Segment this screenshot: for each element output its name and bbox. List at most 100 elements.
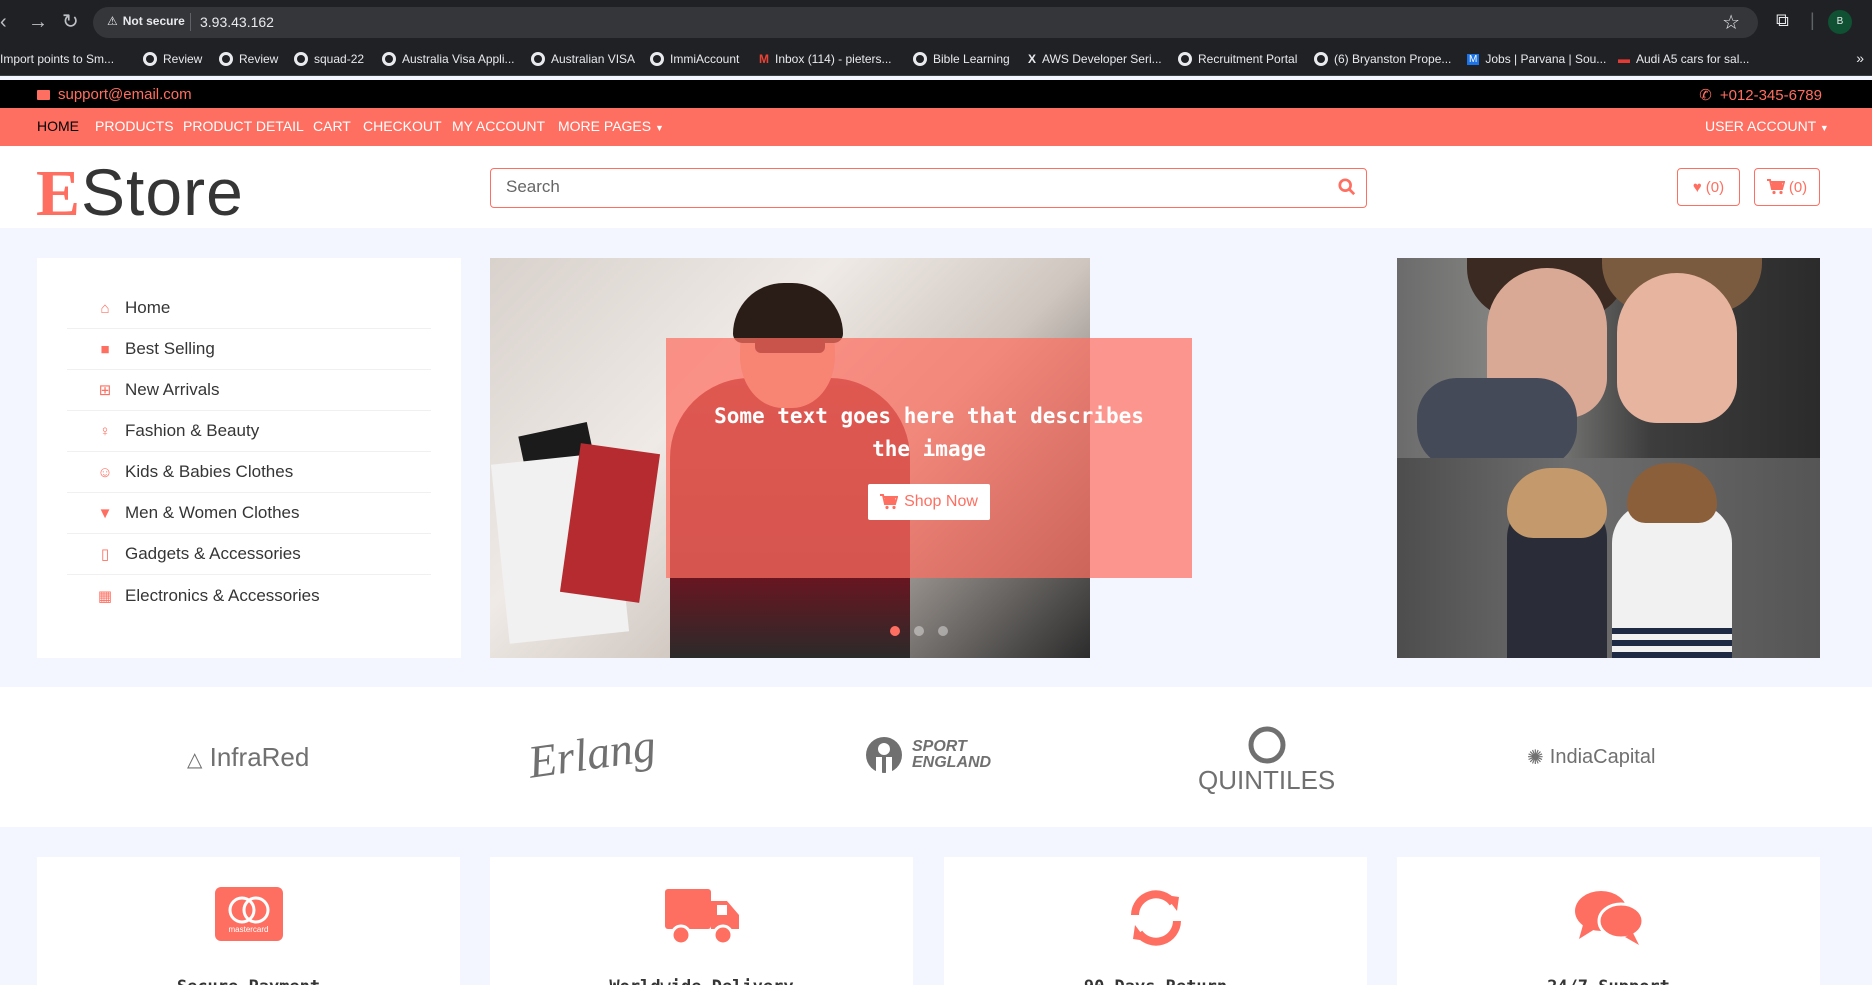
profile-avatar[interactable]: B	[1828, 10, 1852, 34]
site-header: EStore ♥ (0) (0)	[0, 146, 1872, 230]
bookmark-label: Recruitment Portal	[1198, 52, 1298, 66]
face-graphic	[1617, 273, 1737, 423]
nav-checkout[interactable]: CHECKOUT	[363, 118, 442, 134]
wishlist-button[interactable]: ♥ (0)	[1677, 168, 1740, 206]
search-icon[interactable]	[1338, 178, 1356, 196]
nav-cart[interactable]: CART	[313, 118, 351, 134]
slider-dot[interactable]	[890, 626, 900, 636]
globe-icon	[294, 52, 308, 66]
sidebar-item-label: Kids & Babies Clothes	[125, 462, 294, 481]
bookmark-item[interactable]: squad-22	[294, 52, 364, 66]
url-text[interactable]: 3.93.43.162	[200, 14, 274, 30]
brand-logo-infrared[interactable]: △ InfraRed	[187, 742, 309, 773]
estore-logo[interactable]: EStore	[36, 154, 244, 232]
cars-icon: ▬	[1618, 52, 1630, 66]
triangle-icon: △	[187, 749, 203, 771]
bookmark-item[interactable]: Australia Visa Appli...	[382, 52, 515, 66]
hero-caption: Some text goes here that describes the i…	[666, 338, 1192, 578]
bookmark-item[interactable]: M Inbox (114) - pieters...	[759, 52, 892, 66]
feature-title: 90 Days Return	[944, 977, 1367, 985]
bookmark-label: ImmiAccount	[670, 52, 740, 66]
brand-logo-erlang[interactable]: Erlang	[525, 718, 659, 788]
promo-image-women[interactable]	[1397, 258, 1820, 458]
bookmark-item[interactable]: M Jobs | Parvana | Sou...	[1467, 52, 1606, 66]
bookmark-label: Review	[239, 52, 279, 66]
nav-products[interactable]: PRODUCTS	[95, 118, 174, 134]
plus-square-icon: ⊞	[98, 382, 112, 399]
brand-logo-quintiles[interactable]: QUINTILES	[1198, 725, 1335, 796]
globe-icon	[913, 52, 927, 66]
bookmark-item[interactable]: Australian VISA	[531, 52, 635, 66]
sidebar-item-fashion-beauty[interactable]: ♀ Fashion & Beauty	[67, 411, 431, 452]
reload-icon[interactable]: ↻	[62, 10, 79, 34]
sport-england-icon	[866, 737, 902, 773]
bookmark-item[interactable]: Review	[219, 52, 278, 66]
email-contact[interactable]: support@email.com	[37, 86, 192, 103]
sidebar-item-electronics[interactable]: ▦ Electronics & Accessories	[67, 575, 431, 616]
nav-my-account[interactable]: MY ACCOUNT	[452, 118, 545, 134]
shop-now-label: Shop Now	[904, 493, 978, 510]
kid-hair-graphic	[1627, 463, 1717, 523]
nav-home[interactable]: HOME	[37, 118, 79, 134]
sidebar-item-label: Gadgets & Accessories	[125, 544, 301, 563]
extensions-icon[interactable]: ⧉	[1776, 10, 1789, 31]
bookmark-item[interactable]: ImmiAccount	[650, 52, 739, 66]
sidebar-item-men-women[interactable]: ▼ Men & Women Clothes	[67, 493, 431, 534]
browser-toolbar: ‹ → ↻ ⚠ Not secure 3.93.43.162 ☆ ⧉ | B	[0, 0, 1872, 44]
sidebar-item-label: Electronics & Accessories	[125, 585, 320, 605]
nav-more-pages[interactable]: MORE PAGES ▼	[558, 118, 664, 134]
bookmark-label: Audi A5 cars for sal...	[1636, 52, 1750, 66]
bookmark-item[interactable]: Import points to Sm...	[0, 52, 114, 66]
slider-dot[interactable]	[914, 626, 924, 636]
bookmark-star-icon[interactable]: ☆	[1722, 10, 1740, 35]
cart-button[interactable]: (0)	[1754, 168, 1820, 206]
globe-icon	[382, 52, 396, 66]
bookmark-label: Jobs | Parvana | Sou...	[1485, 52, 1607, 66]
sidebar-item-kids-babies[interactable]: ☺ Kids & Babies Clothes	[67, 452, 431, 493]
sidebar-item-label: Men & Women Clothes	[125, 503, 300, 522]
brand-name: IndiaCapital	[1549, 746, 1656, 768]
back-icon[interactable]: ‹	[0, 10, 7, 34]
sunburst-icon: ✺	[1527, 747, 1544, 769]
forward-icon[interactable]: →	[28, 10, 48, 34]
bookmark-item[interactable]: X AWS Developer Seri...	[1028, 52, 1162, 66]
promo-images	[1397, 258, 1820, 658]
bookmark-item[interactable]: Recruitment Portal	[1178, 52, 1297, 66]
brand-logo-sport-england[interactable]: SPORT ENGLAND	[864, 735, 1002, 775]
child-icon: ☺	[97, 463, 113, 481]
user-account-dropdown[interactable]: USER ACCOUNT ▼	[1705, 118, 1829, 134]
shop-now-button[interactable]: Shop Now	[868, 484, 990, 520]
address-bar[interactable]: ⚠ Not secure 3.93.43.162 ☆	[93, 7, 1758, 38]
logo-letter: E	[36, 157, 82, 230]
main-navbar: HOME PRODUCTS PRODUCT DETAIL CART CHECKO…	[0, 108, 1872, 146]
bookmark-label: Australia Visa Appli...	[402, 52, 515, 66]
sidebar-item-home[interactable]: ⌂ Home	[67, 288, 431, 329]
sidebar-item-gadgets[interactable]: ▯ Gadgets & Accessories	[67, 534, 431, 575]
sidebar-item-best-selling[interactable]: ■ Best Selling	[67, 329, 431, 370]
phone-contact[interactable]: ✆ +012-345-6789	[1699, 86, 1822, 105]
parvana-icon: M	[1467, 53, 1480, 65]
cart-icon	[1766, 179, 1785, 195]
wishlist-count: (0)	[1705, 178, 1725, 196]
security-indicator[interactable]: ⚠ Not secure	[107, 14, 185, 28]
heart-icon: ♥	[1692, 178, 1702, 196]
feature-title: Secure Payment	[37, 977, 460, 985]
bookmark-item[interactable]: Bible Learning	[913, 52, 1010, 66]
bookmark-item[interactable]: Review	[143, 52, 202, 66]
tshirt-icon: ▼	[97, 504, 113, 522]
chevron-double-right-icon[interactable]: »	[1856, 50, 1864, 66]
slider-dot[interactable]	[938, 626, 948, 636]
brand-logo-indiacapital[interactable]: ✺ IndiaCapital	[1527, 745, 1655, 770]
globe-icon	[531, 52, 545, 66]
quintiles-ring-icon	[1248, 726, 1286, 764]
promo-image-kids[interactable]	[1397, 458, 1820, 658]
feature-worldwide-delivery: Worldwide Delivery	[490, 857, 913, 985]
bookmark-item[interactable]: ▬ Audi A5 cars for sal...	[1618, 52, 1749, 66]
globe-icon	[650, 52, 664, 66]
sidebar-item-new-arrivals[interactable]: ⊞ New Arrivals	[67, 370, 431, 411]
bookmark-item[interactable]: (6) Bryanston Prope...	[1314, 52, 1451, 66]
nav-product-detail[interactable]: PRODUCT DETAIL	[183, 118, 304, 134]
bookmark-label: AWS Developer Seri...	[1042, 52, 1162, 66]
logo-text: Store	[81, 155, 244, 229]
search-input[interactable]	[506, 169, 1306, 205]
